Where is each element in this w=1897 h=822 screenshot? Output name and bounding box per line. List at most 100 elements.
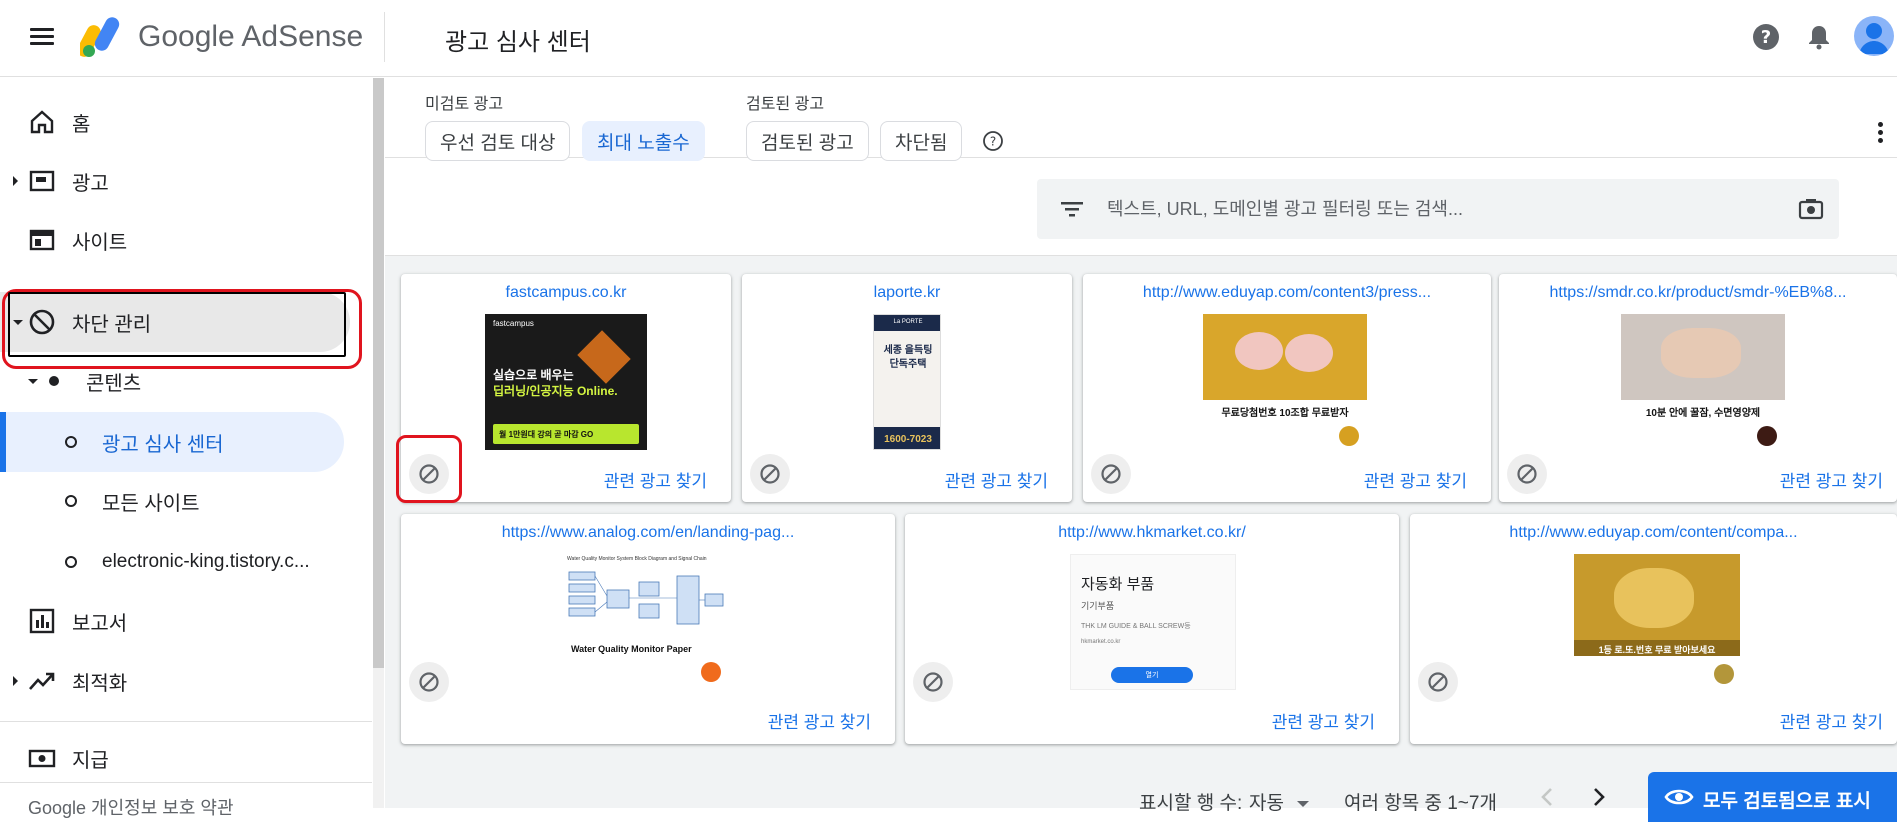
chip-most-impressions[interactable]: 최대 노출수	[582, 121, 705, 161]
expand-caret-icon	[13, 676, 18, 686]
sidebar-item-optimization[interactable]: 최적화	[0, 652, 370, 710]
chevron-right-icon	[1339, 426, 1359, 446]
sidebar-item-content[interactable]: 콘텐츠	[0, 352, 370, 410]
find-related-ads-link[interactable]: 관련 광고 찾기	[1272, 708, 1375, 733]
help-icon[interactable]: ?	[1751, 22, 1781, 52]
ad-url-link[interactable]: fastcampus.co.kr	[401, 284, 731, 302]
ad-creative[interactable]: 10분 안에 꿀잠, 수면영양제	[1621, 314, 1785, 450]
active-indicator	[0, 412, 6, 472]
find-related-ads-link[interactable]: 관련 광고 찾기	[1364, 467, 1467, 492]
block-ad-button[interactable]	[1091, 454, 1131, 494]
help-outline-icon[interactable]: ?	[982, 130, 1004, 152]
divider	[0, 782, 372, 783]
sidebar-item-label: 보고서	[72, 612, 128, 635]
sidebar-item-home[interactable]: 홈	[0, 93, 370, 151]
collapse-caret-icon	[28, 378, 38, 384]
sidebar-footer-links[interactable]: Google 개인정보 보호 약관	[28, 794, 234, 820]
divider	[0, 721, 372, 722]
ad-url-link[interactable]: https://www.analog.com/en/landing-pag...	[401, 524, 895, 542]
sidebar-item-reports[interactable]: 보고서	[0, 592, 370, 650]
block-ad-button[interactable]	[750, 454, 790, 494]
chip-reviewed-ads[interactable]: 검토된 광고	[746, 121, 869, 161]
block-icon	[29, 309, 55, 335]
ad-creative-cta: 월 1만원대 강의 곧 마감 GO	[493, 424, 639, 444]
search-input[interactable]	[1107, 189, 1747, 229]
main-menu-icon[interactable]	[28, 24, 56, 52]
sidebar-item-blocking-controls[interactable]: 차단 관리	[0, 292, 350, 352]
block-icon	[1428, 672, 1448, 692]
rows-per-page-select[interactable]: 자동	[1249, 788, 1310, 815]
chevron-right-icon	[701, 662, 721, 682]
ad-creative[interactable]: fastcampus 실습으로 배우는 딥러닝/인공지능 Online. 월 1…	[485, 314, 647, 450]
ad-url-link[interactable]: http://www.eduyap.com/content3/press...	[1083, 284, 1491, 302]
chevron-left-icon[interactable]	[1538, 786, 1558, 808]
sidebar-scrollbar-track[interactable]	[373, 668, 384, 808]
ad-creative-phone: 1600-7023	[874, 427, 940, 449]
bullet-icon	[65, 556, 77, 568]
bullet-icon	[49, 376, 59, 386]
block-icon	[419, 672, 439, 692]
block-ad-button[interactable]	[409, 662, 449, 702]
find-related-ads-link[interactable]: 관련 광고 찾기	[768, 708, 871, 733]
sites-icon	[29, 229, 55, 251]
ad-creative[interactable]: 자동화 부품 기기부품 THK LM GUIDE & BALL SCREW등 h…	[1070, 554, 1236, 690]
ad-creative-subtitle: 기기부품	[1081, 601, 1115, 611]
ad-url-link[interactable]: http://www.hkmarket.co.kr/	[905, 524, 1399, 542]
sidebar-item-ads[interactable]: 광고	[0, 152, 370, 210]
block-ad-button[interactable]	[409, 454, 449, 494]
svg-text:?: ?	[1761, 27, 1771, 48]
screenshot-camera-icon[interactable]	[1798, 197, 1824, 221]
filter-list-icon[interactable]	[1059, 197, 1085, 221]
unreviewed-ads-title: 미검토 광고	[425, 96, 504, 113]
block-ad-button[interactable]	[913, 662, 953, 702]
sidebar-item-label: 홈	[72, 113, 91, 136]
chevron-right-icon	[1757, 426, 1777, 446]
find-related-ads-link[interactable]: 관련 광고 찾기	[1780, 467, 1883, 492]
block-icon	[1101, 464, 1121, 484]
sidebar-item-label: 지급	[72, 749, 109, 772]
ad-creative[interactable]: La PORTE 세종 을득팅 단독주택 1600-7023	[873, 314, 941, 450]
expand-caret-icon	[13, 176, 18, 186]
sidebar-item-sites[interactable]: 사이트	[0, 211, 370, 269]
ad-creative-line1: 세종 을득팅	[883, 345, 933, 356]
find-related-ads-link[interactable]: 관련 광고 찾기	[604, 467, 707, 492]
ad-creative-graphic	[577, 330, 631, 384]
chevron-right-icon[interactable]	[1588, 786, 1608, 808]
sidebar-item-all-sites[interactable]: 모든 사이트	[0, 472, 370, 530]
ad-creative-domain: hkmarket.co.kr	[1081, 639, 1121, 645]
ad-creative-image	[1203, 314, 1367, 400]
ad-card: https://smdr.co.kr/product/smdr-%EB%8...…	[1499, 274, 1897, 502]
mark-all-reviewed-button[interactable]: 모두 검토됨으로 표시	[1648, 772, 1897, 822]
sidebar: 홈 광고 사이트 차단 관리 콘텐츠 광고 심사 센터 모든 사이트 elect…	[0, 78, 384, 818]
ad-card: fastcampus.co.kr fastcampus 실습으로 배우는 딥러닝…	[401, 274, 731, 502]
more-options-icon[interactable]	[1876, 120, 1884, 146]
ad-creative[interactable]: 무료당첨번호 10조합 무료받자	[1203, 314, 1367, 450]
find-related-ads-link[interactable]: 관련 광고 찾기	[1780, 708, 1883, 733]
svg-text:?: ?	[990, 135, 996, 149]
ad-creative[interactable]: Water Quality Monitor System Block Diagr…	[565, 554, 731, 690]
sidebar-item-payments[interactable]: 지급	[0, 732, 370, 784]
notifications-icon[interactable]	[1804, 22, 1834, 52]
find-related-ads-link[interactable]: 관련 광고 찾기	[945, 467, 1048, 492]
chip-blocked[interactable]: 차단됨	[880, 121, 963, 161]
block-ad-button[interactable]	[1507, 454, 1547, 494]
ad-url-link[interactable]: https://smdr.co.kr/product/smdr-%EB%8...	[1499, 284, 1897, 302]
home-icon	[30, 110, 54, 134]
sidebar-item-label: 광고	[72, 172, 109, 195]
ad-creative[interactable]: 1등 로.또.번호 무료 받아보세요	[1574, 554, 1740, 690]
ad-creative-caption: 1등 로.또.번호 무료 받아보세요	[1574, 640, 1740, 656]
sidebar-item-site-electronic-king[interactable]: electronic-king.tistory.c...	[0, 533, 370, 591]
bullet-icon	[65, 436, 77, 448]
sidebar-scrollbar-thumb[interactable]	[373, 78, 384, 668]
block-ad-button[interactable]	[1418, 662, 1458, 702]
ad-creative-caption: Water Quality Monitor Paper	[571, 644, 692, 654]
ad-url-link[interactable]: http://www.eduyap.com/content/compa...	[1410, 524, 1897, 542]
ad-creative-line1: 실습으로 배우는	[493, 368, 574, 382]
sidebar-item-ad-review-center[interactable]: 광고 심사 센터	[0, 412, 344, 472]
sidebar-item-label: 광고 심사 센터	[102, 433, 224, 456]
account-avatar[interactable]	[1854, 16, 1894, 56]
ad-url-link[interactable]: laporte.kr	[742, 284, 1072, 302]
ad-creative-body: THK LM GUIDE & BALL SCREW등	[1081, 623, 1191, 630]
chip-priority-review[interactable]: 우선 검토 대상	[425, 121, 571, 161]
ad-creative-cta: 열기	[1111, 667, 1193, 683]
